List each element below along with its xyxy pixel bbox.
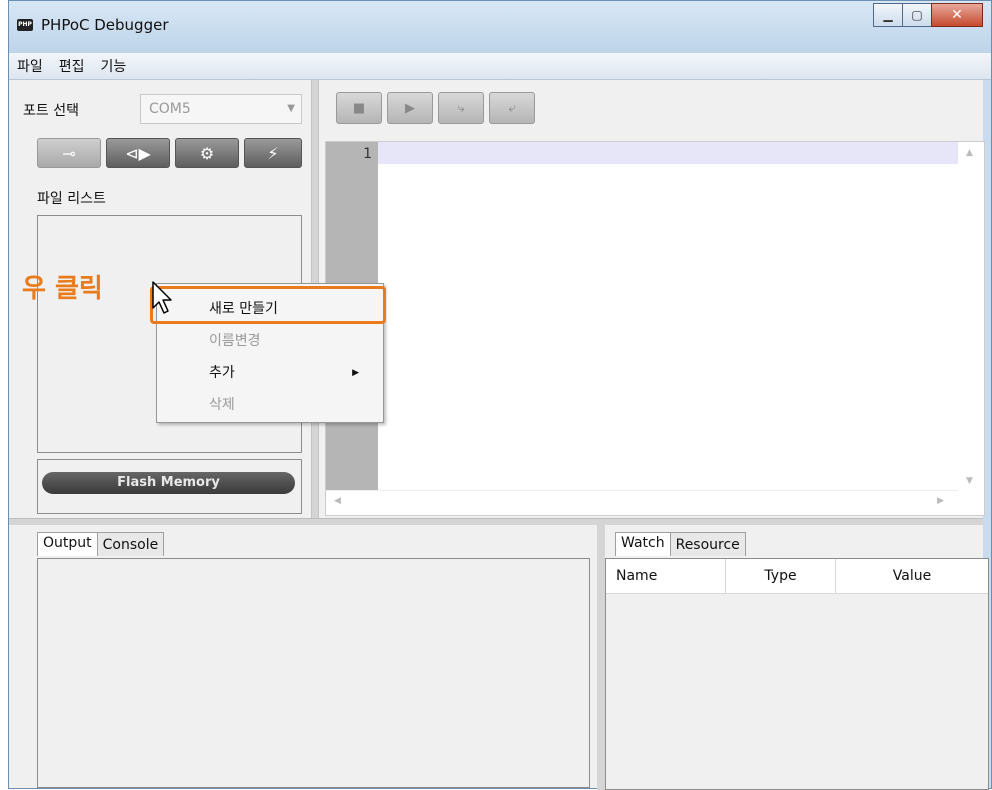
tab-resource[interactable]: Resource: [669, 532, 746, 556]
run-button[interactable]: ▶: [387, 92, 433, 124]
chevron-down-icon: ▼: [287, 103, 295, 114]
scroll-left-icon[interactable]: ◀: [334, 496, 341, 506]
scroll-right-icon[interactable]: ▶: [937, 496, 944, 506]
output-tabs: Output Console: [37, 532, 165, 556]
gear-icon: ⚙: [199, 143, 215, 163]
main-content: 포트 선택 COM5 ▼ ⊸ ⊲▶ ⚙ ⚡ 파일 리스트 Flash Memor…: [9, 80, 989, 790]
menu-item-rename[interactable]: 이름변경: [209, 330, 261, 350]
step-into-icon: ⤶: [508, 100, 516, 116]
connection-toolbar: ⊸ ⊲▶ ⚙ ⚡: [37, 138, 307, 168]
window-title: PHPoC Debugger: [41, 16, 169, 34]
column-name[interactable]: Name: [606, 559, 726, 593]
menu-file[interactable]: 파일: [9, 56, 51, 76]
current-line-highlight: [378, 142, 958, 164]
code-editor[interactable]: 1 ▲ ▼ ◀ ▶: [325, 141, 985, 516]
tab-watch[interactable]: Watch: [615, 532, 671, 556]
column-value[interactable]: Value: [836, 559, 988, 593]
stop-button[interactable]: ■: [336, 92, 382, 124]
scroll-up-icon[interactable]: ▲: [966, 148, 973, 158]
column-type[interactable]: Type: [726, 559, 836, 593]
port-select[interactable]: COM5 ▼: [140, 94, 302, 124]
disconnect-button[interactable]: ⊲▶: [106, 138, 170, 168]
vertical-scrollbar[interactable]: ▲ ▼: [958, 142, 984, 492]
minimize-button[interactable]: ▁: [873, 3, 903, 27]
menu-item-add-label: 추가: [209, 365, 235, 381]
step-over-icon: ⤷: [457, 100, 465, 116]
tab-console[interactable]: Console: [96, 532, 165, 556]
editor-toolbar: ■ ▶ ⤷ ⤶: [336, 92, 540, 124]
minimize-icon: ▁: [883, 8, 893, 22]
right-click-annotation: 우 클릭: [22, 274, 103, 304]
menu-function[interactable]: 기능: [93, 56, 135, 76]
play-icon: ▶: [405, 100, 415, 116]
scroll-down-icon[interactable]: ▼: [966, 476, 973, 486]
maximize-button[interactable]: ▢: [902, 3, 932, 27]
flash-memory-button[interactable]: Flash Memory: [42, 472, 295, 494]
window-controls: ▁ ▢ ✕: [873, 3, 983, 27]
menu-item-delete[interactable]: 삭제: [209, 394, 235, 414]
output-panel: Output Console: [9, 524, 597, 790]
close-icon: ✕: [951, 7, 963, 23]
settings-button[interactable]: ⚙: [175, 138, 239, 168]
menu-edit[interactable]: 편집: [51, 56, 93, 76]
chip-icon: ⚡: [267, 143, 279, 163]
mouse-cursor-icon: [152, 281, 172, 314]
maximize-icon: ▢: [911, 8, 923, 22]
connect-button[interactable]: ⊸: [37, 138, 101, 168]
upload-button[interactable]: ⚡: [244, 138, 302, 168]
step-into-button[interactable]: ⤶: [489, 92, 535, 124]
watch-tabs: Watch Resource: [615, 532, 746, 556]
submenu-arrow-icon: ▶: [352, 368, 359, 378]
output-area[interactable]: [37, 558, 590, 788]
watch-panel: Watch Resource Name Type Value: [605, 524, 989, 790]
title-bar: PHP PHPoC Debugger ▁ ▢ ✕: [9, 1, 991, 53]
close-button[interactable]: ✕: [931, 3, 983, 27]
unplug-icon: ⊲▶: [125, 143, 151, 163]
step-over-button[interactable]: ⤷: [438, 92, 484, 124]
menu-bar: 파일 편집 기능: [9, 53, 991, 80]
panel-splitter[interactable]: [597, 524, 605, 790]
watch-table-header: Name Type Value: [606, 559, 988, 594]
watch-table: Name Type Value: [605, 558, 989, 790]
flash-memory-box: Flash Memory: [37, 459, 302, 514]
horizontal-scrollbar[interactable]: ◀ ▶: [326, 490, 958, 515]
menu-item-add[interactable]: 추가 ▶: [209, 362, 375, 382]
plug-icon: ⊸: [62, 143, 76, 163]
tab-output[interactable]: Output: [37, 532, 98, 556]
stop-icon: ■: [352, 100, 366, 116]
port-label: 포트 선택: [23, 103, 79, 119]
file-list-label: 파일 리스트: [37, 191, 106, 207]
app-icon: PHP: [17, 19, 33, 31]
port-value: COM5: [149, 101, 191, 117]
line-number: 1: [363, 146, 372, 162]
highlight-box: [150, 286, 386, 324]
